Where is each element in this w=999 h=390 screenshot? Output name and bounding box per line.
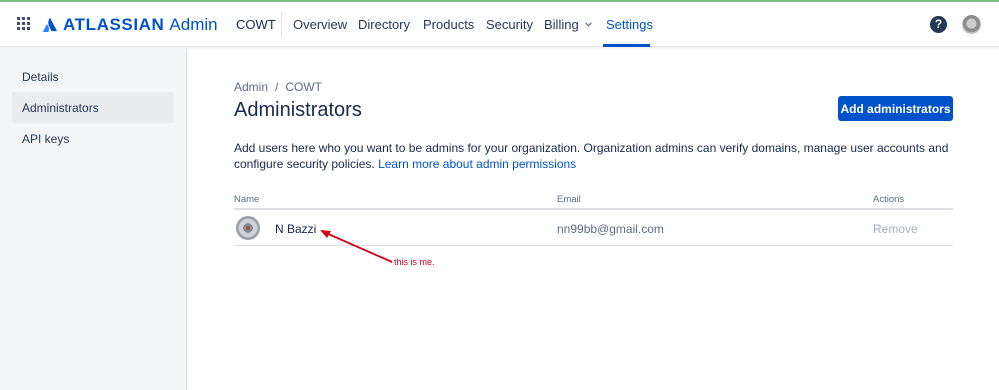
description-text: Add users here who you want to be admins…: [234, 141, 949, 171]
annotation-note: this is me.: [394, 257, 435, 267]
breadcrumb-org[interactable]: COWT: [285, 80, 322, 94]
page-title: Administrators: [234, 99, 362, 121]
atlassian-logo-icon: [43, 18, 57, 32]
sidebar-item-details[interactable]: Details: [12, 61, 174, 92]
nav-billing-label: Billing: [544, 17, 579, 32]
nav-divider: [281, 12, 282, 38]
admin-name[interactable]: N Bazzi: [275, 222, 316, 236]
app-switcher-icon[interactable]: [17, 17, 30, 30]
nav-products[interactable]: Products: [423, 17, 474, 32]
nav-overview[interactable]: Overview: [293, 17, 347, 32]
remove-admin-button[interactable]: Remove: [873, 222, 918, 236]
atlassian-admin-logo[interactable]: ATLASSIAN Admin: [42, 14, 218, 36]
user-avatar: [236, 216, 260, 240]
table-header-divider: [234, 208, 953, 210]
org-switcher[interactable]: COWT: [236, 17, 276, 32]
sidebar-item-api-keys[interactable]: API keys: [12, 123, 174, 154]
sidebar: Details Administrators API keys: [0, 48, 187, 390]
admin-email: nn99bb@gmail.com: [557, 222, 664, 236]
active-nav-indicator: [603, 44, 650, 47]
column-header-email[interactable]: Email: [557, 194, 581, 205]
chevron-down-icon: [584, 22, 592, 27]
annotation-arrow-icon: [320, 230, 393, 263]
logo-wordmark: ATLASSIAN: [63, 15, 165, 34]
page-description: Add users here who you want to be admins…: [234, 140, 954, 172]
admin-page: ATLASSIAN Admin COWT Overview Directory …: [0, 0, 999, 390]
breadcrumb: Admin / COWT: [234, 80, 322, 94]
top-navigation: ATLASSIAN Admin COWT Overview Directory …: [0, 2, 999, 47]
learn-more-link[interactable]: Learn more about admin permissions: [378, 157, 576, 171]
column-header-name[interactable]: Name: [234, 194, 259, 205]
breadcrumb-separator: /: [275, 80, 279, 94]
nav-billing[interactable]: Billing: [544, 17, 592, 32]
nav-directory[interactable]: Directory: [358, 17, 410, 32]
logo-suffix: Admin: [169, 15, 218, 34]
sidebar-item-administrators[interactable]: Administrators: [12, 92, 174, 123]
nav-security[interactable]: Security: [486, 17, 533, 32]
column-header-actions: Actions: [873, 194, 905, 205]
profile-avatar[interactable]: [962, 15, 981, 34]
breadcrumb-admin[interactable]: Admin: [234, 80, 268, 94]
nav-settings[interactable]: Settings: [606, 17, 653, 32]
help-icon[interactable]: ?: [930, 16, 947, 33]
add-administrators-button[interactable]: Add administrators: [838, 96, 953, 121]
